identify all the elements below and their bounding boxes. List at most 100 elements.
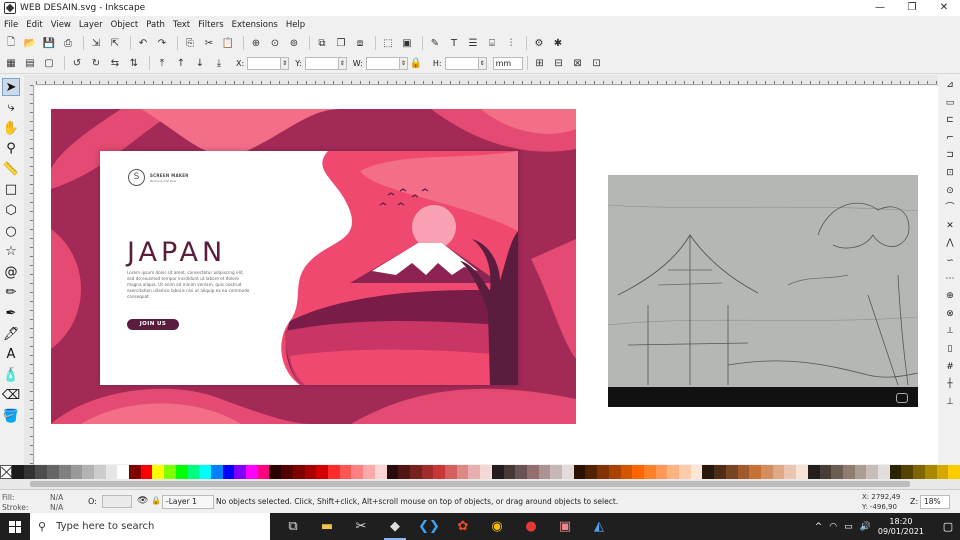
color-swatch[interactable] — [175, 465, 188, 479]
color-swatch[interactable] — [796, 465, 808, 479]
color-swatch[interactable] — [210, 465, 223, 479]
scale-corners-icon[interactable]: ⊟ — [551, 56, 567, 70]
tweak-tool-icon[interactable]: ✋ — [2, 119, 20, 137]
menu-path[interactable]: Path — [146, 20, 165, 30]
color-swatch[interactable] — [866, 465, 879, 479]
color-swatch[interactable] — [105, 465, 118, 479]
color-swatch[interactable] — [772, 465, 785, 479]
cut-icon[interactable]: ✂ — [201, 36, 217, 50]
xml-editor-icon[interactable]: ⌸ — [484, 36, 500, 50]
unlink-clone-icon[interactable]: ⧈ — [352, 36, 368, 50]
snap-intersection-icon[interactable]: ✕ — [943, 219, 957, 233]
color-swatch[interactable] — [47, 465, 59, 479]
snap-rotation-center-icon[interactable]: ⊗ — [943, 307, 957, 321]
select-all-layers-icon[interactable]: ▤ — [22, 56, 38, 70]
scale-stroke-icon[interactable]: ⊞ — [532, 56, 548, 70]
color-swatch[interactable] — [761, 465, 773, 479]
snap-bbox-corner-icon[interactable]: ⌐ — [943, 131, 957, 145]
flip-vertical-icon[interactable]: ⇅ — [126, 56, 142, 70]
menu-edit[interactable]: Edit — [26, 20, 42, 30]
rectangle-tool-icon[interactable]: □ — [2, 181, 20, 199]
color-swatch[interactable] — [702, 465, 715, 479]
color-swatch[interactable] — [714, 465, 726, 479]
file-explorer-icon[interactable]: ▬ — [310, 513, 344, 540]
vertical-ruler[interactable] — [24, 85, 34, 465]
unit-select[interactable]: mm — [492, 56, 523, 70]
color-swatch[interactable] — [222, 465, 235, 479]
3d-box-tool-icon[interactable]: ⬡ — [2, 202, 20, 220]
paste-icon[interactable]: 📋 — [220, 36, 236, 50]
color-swatch[interactable] — [35, 465, 48, 479]
save-icon[interactable]: 💾 — [41, 36, 57, 50]
color-swatch[interactable] — [538, 465, 551, 479]
color-swatch[interactable] — [503, 465, 516, 479]
layer-select[interactable]: -Layer 1 — [162, 495, 214, 509]
menu-object[interactable]: Object — [111, 20, 139, 30]
menu-extensions[interactable]: Extensions — [232, 20, 278, 30]
color-swatch[interactable] — [737, 465, 750, 479]
x-input[interactable] — [247, 56, 282, 70]
fill-stroke-icon[interactable]: ✎ — [427, 36, 443, 50]
chrome-icon[interactable]: ◉ — [480, 513, 514, 540]
y-input[interactable] — [304, 56, 339, 70]
notifications-icon[interactable]: ▢ — [936, 513, 960, 540]
open-icon[interactable]: 📂 — [22, 36, 38, 50]
calligraphy-tool-icon[interactable]: 🖋 — [2, 325, 20, 343]
snap-smooth-icon[interactable]: ∽ — [943, 254, 957, 268]
color-swatch[interactable] — [234, 465, 247, 479]
snap-cusp-icon[interactable]: ⋀ — [943, 236, 957, 250]
ellipse-tool-icon[interactable]: ○ — [2, 222, 20, 240]
flip-horizontal-icon[interactable]: ⇆ — [107, 56, 123, 70]
pen-tool-icon[interactable]: ✒ — [2, 305, 20, 323]
hero-card[interactable]: S SCREEN MAKER Bermula Ahli Plus JAPAN L… — [100, 151, 518, 385]
color-swatch[interactable] — [480, 465, 492, 479]
color-swatch[interactable] — [573, 465, 586, 479]
undo-icon[interactable]: ↶ — [135, 36, 151, 50]
color-swatch[interactable] — [526, 465, 539, 479]
menu-layer[interactable]: Layer — [79, 20, 103, 30]
import-icon[interactable]: ⇲ — [88, 36, 104, 50]
rotate-ccw-icon[interactable]: ↺ — [69, 56, 85, 70]
lock-ratio-icon[interactable]: 🔒 — [408, 56, 424, 70]
color-swatch[interactable] — [819, 465, 832, 479]
japan-banner-artboard[interactable]: S SCREEN MAKER Bermula Ahli Plus JAPAN L… — [51, 109, 576, 424]
horizontal-scrollbar[interactable] — [0, 479, 960, 489]
snap-center-icon[interactable]: ⊕ — [943, 289, 957, 303]
stroke-indicator[interactable]: N/A — [50, 503, 63, 512]
raise-top-icon[interactable]: ⤒ — [154, 56, 170, 70]
print-icon[interactable]: ⎙ — [60, 36, 76, 50]
color-swatch[interactable] — [409, 465, 422, 479]
maximize-button[interactable]: ❐ — [896, 0, 928, 16]
color-swatch[interactable] — [374, 465, 387, 479]
zoom-input[interactable]: 18% — [920, 495, 950, 509]
move-gradients-icon[interactable]: ⊠ — [570, 56, 586, 70]
snap-path-icon[interactable]: ⌒ — [943, 201, 957, 215]
color-swatch[interactable] — [667, 465, 680, 479]
color-swatch[interactable] — [936, 465, 949, 479]
color-swatch[interactable] — [655, 465, 668, 479]
preferences-icon[interactable]: ✱ — [550, 36, 566, 50]
zoom-drawing-icon[interactable]: ⊙ — [267, 36, 283, 50]
color-swatch[interactable] — [515, 465, 527, 479]
rotate-cw-icon[interactable]: ↻ — [88, 56, 104, 70]
color-swatch[interactable] — [339, 465, 352, 479]
selector-tool-icon[interactable]: ➤ — [2, 78, 20, 96]
drawing-canvas[interactable]: S SCREEN MAKER Bermula Ahli Plus JAPAN L… — [35, 86, 938, 464]
deselect-icon[interactable]: ▢ — [41, 56, 57, 70]
taskbar-search-box[interactable]: ⚲ Type here to search — [30, 513, 270, 540]
color-swatch[interactable] — [550, 465, 563, 479]
menu-filters[interactable]: Filters — [198, 20, 223, 30]
new-document-icon[interactable]: 🗋 — [3, 36, 19, 50]
color-swatch[interactable] — [152, 465, 165, 479]
menu-text[interactable]: Text — [173, 20, 190, 30]
menu-view[interactable]: View — [51, 20, 71, 30]
color-swatch[interactable] — [292, 465, 305, 479]
h-input[interactable] — [444, 56, 479, 70]
sketch-reference-photo[interactable] — [608, 175, 918, 407]
snap-midpoint-icon[interactable]: ⋯ — [943, 272, 957, 286]
color-swatch[interactable] — [117, 465, 130, 479]
ungroup-icon[interactable]: ▣ — [399, 36, 415, 50]
color-swatch[interactable] — [608, 465, 621, 479]
color-swatch[interactable] — [620, 465, 633, 479]
fill-indicator[interactable]: N/A — [50, 493, 63, 502]
